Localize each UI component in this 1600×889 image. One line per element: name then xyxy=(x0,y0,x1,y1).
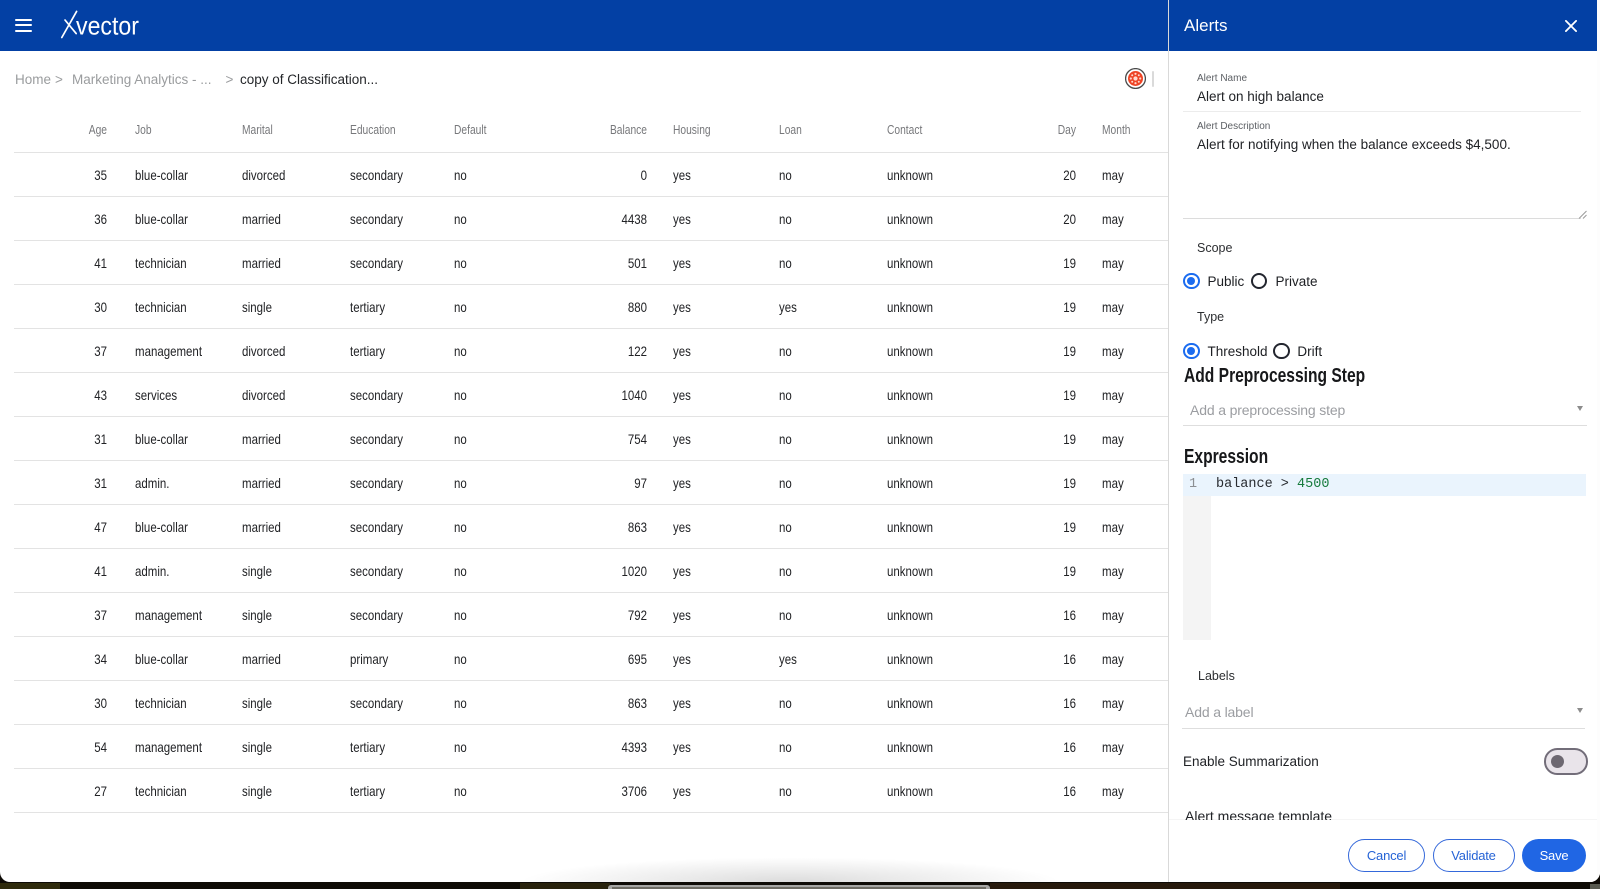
svg-text:vector: vector xyxy=(76,11,139,41)
